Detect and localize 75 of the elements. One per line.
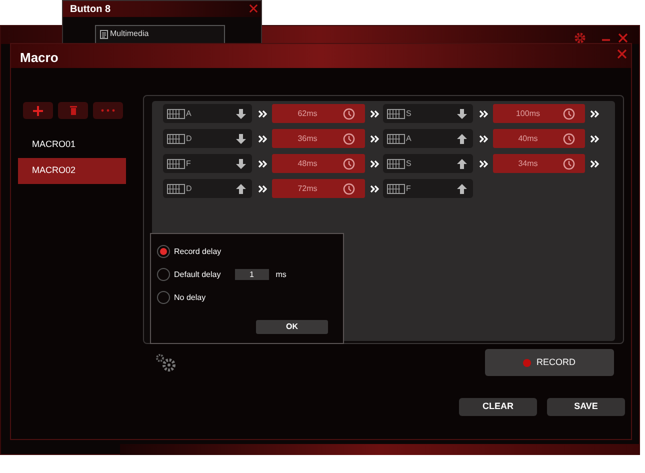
keyboard-icon xyxy=(167,108,185,118)
clock-icon xyxy=(563,132,575,144)
document-icon xyxy=(100,30,108,39)
chevron-icon xyxy=(258,134,266,144)
add-button[interactable] xyxy=(23,102,53,119)
chevron-icon xyxy=(478,134,488,144)
keyboard-icon xyxy=(167,184,185,194)
unit-label: ms xyxy=(276,268,286,280)
delay-event[interactable]: 34ms xyxy=(493,154,585,173)
more-button[interactable] xyxy=(93,102,123,119)
clock-icon xyxy=(343,108,355,120)
delay-input[interactable]: 1 xyxy=(234,269,269,280)
key-event[interactable]: F xyxy=(163,154,252,173)
keyboard-icon xyxy=(167,158,185,168)
more-icon xyxy=(101,109,115,112)
delay-event[interactable]: 72ms xyxy=(272,179,365,198)
chevron-icon xyxy=(370,134,378,144)
close-icon[interactable] xyxy=(249,4,258,13)
clear-button[interactable]: CLEAR xyxy=(459,398,537,416)
plus-icon xyxy=(33,106,43,116)
clock-icon xyxy=(343,182,355,194)
clock-icon xyxy=(343,132,355,144)
keyboard-icon xyxy=(387,184,405,194)
radio-button[interactable] xyxy=(157,245,170,258)
key-event[interactable]: D xyxy=(163,179,252,198)
delay-event[interactable]: 48ms xyxy=(272,154,365,173)
clock-icon xyxy=(563,158,575,170)
clock-icon xyxy=(563,108,575,120)
keyboard-icon xyxy=(387,134,405,144)
dropdown-field[interactable]: Multimedia xyxy=(95,25,225,45)
keyboard-icon xyxy=(167,134,185,144)
chevron-icon xyxy=(370,158,378,168)
chevron-icon xyxy=(370,184,378,194)
chevron-icon xyxy=(258,184,266,194)
macro-item[interactable]: MACRO02 xyxy=(18,158,126,184)
record-button[interactable]: RECORD xyxy=(485,349,614,376)
minimize-icon[interactable] xyxy=(602,39,610,42)
chevron-icon xyxy=(370,108,378,118)
clock-icon xyxy=(343,158,355,170)
key-event[interactable]: S xyxy=(383,104,473,123)
trash-icon xyxy=(70,106,76,115)
chevron-icon xyxy=(590,108,598,118)
dialog-title: Macro xyxy=(20,49,58,67)
option-label: Default delay xyxy=(174,268,221,280)
key-event[interactable]: S xyxy=(383,154,473,173)
key-event[interactable]: A xyxy=(383,129,473,148)
radio-button[interactable] xyxy=(157,268,170,281)
chevron-icon xyxy=(478,108,488,118)
record-icon xyxy=(523,358,532,366)
chevron-icon xyxy=(258,158,266,168)
settings-icon[interactable] xyxy=(574,32,586,44)
option-label: Record delay xyxy=(174,246,222,258)
key-event[interactable]: D xyxy=(163,129,252,148)
keyboard-icon xyxy=(387,108,405,118)
key-event[interactable]: F xyxy=(383,179,473,198)
chevron-icon xyxy=(478,158,488,168)
settings-icon[interactable] xyxy=(154,352,178,373)
ok-button[interactable]: OK xyxy=(256,320,328,334)
delay-event[interactable]: 40ms xyxy=(493,129,585,148)
macro-item[interactable]: MACRO01 xyxy=(18,132,126,158)
keyboard-icon xyxy=(387,158,405,168)
close-icon[interactable] xyxy=(618,33,628,43)
delay-event[interactable]: 100ms xyxy=(493,104,585,123)
option-label: No delay xyxy=(174,292,206,304)
save-button[interactable]: SAVE xyxy=(547,398,625,416)
delete-button[interactable] xyxy=(58,102,88,119)
radio-button[interactable] xyxy=(157,291,170,304)
close-icon[interactable] xyxy=(617,49,627,59)
window-title: Button 8 xyxy=(70,3,111,17)
chevron-icon xyxy=(258,108,266,118)
chevron-icon xyxy=(590,134,598,144)
delay-event[interactable]: 36ms xyxy=(272,129,365,148)
delay-event[interactable]: 62ms xyxy=(272,104,365,123)
chevron-icon xyxy=(590,158,598,168)
key-event[interactable]: A xyxy=(163,104,252,123)
